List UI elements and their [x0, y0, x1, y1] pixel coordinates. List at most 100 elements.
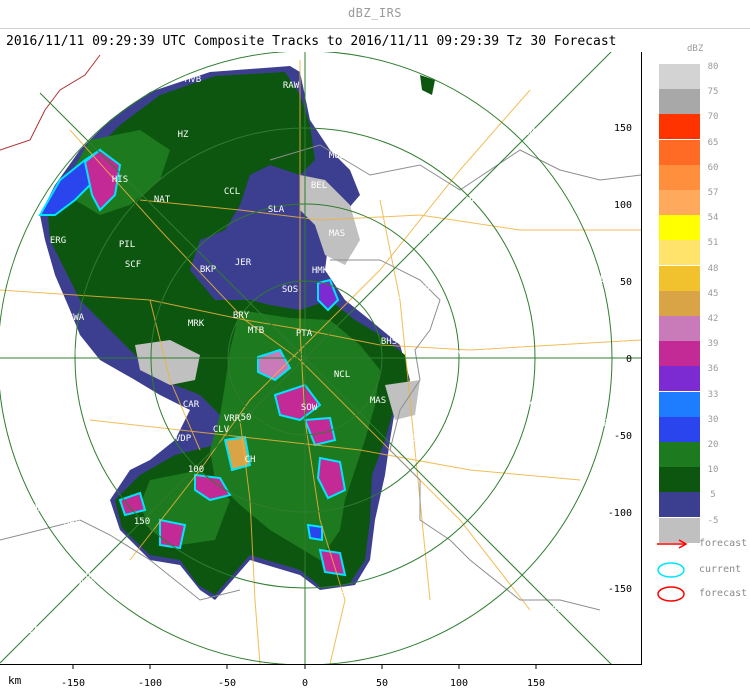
legend-swatch-label: 20 [707, 440, 719, 450]
station-label: EMA [452, 350, 469, 360]
station-label: SLA [268, 205, 285, 215]
legend-swatch-label: 60 [707, 162, 719, 173]
legend-key-label: forecast [699, 538, 748, 549]
station-label: ROE [432, 134, 448, 144]
station-label: SOS [282, 285, 298, 295]
legend-swatch [659, 492, 700, 518]
station-label: SOW [301, 403, 318, 413]
radar-map[interactable]: 50 100 150 200 250 MOK MOP MAN MVB RAW MGP ROE MSM H… [0, 52, 642, 665]
station-label: MAH [466, 196, 482, 206]
legend-swatch [659, 316, 700, 341]
legend-swatch [659, 89, 700, 115]
x-tick-label: 0 [302, 678, 308, 689]
x-tick-label: 150 [527, 678, 545, 689]
station-label: BEL [579, 321, 595, 331]
station-label: NCL [334, 370, 350, 380]
station-label: KPD [486, 274, 502, 284]
ring-label: 150 [134, 517, 150, 527]
y-tick-label: 50 [620, 277, 632, 288]
station-label: HEN [9, 430, 25, 440]
station-label: VDP [175, 434, 192, 444]
x-axis: km -150 -100 -50 0 50 100 150 [8, 664, 545, 689]
legend-swatch [659, 114, 700, 140]
legend-swatch-label: 65 [707, 137, 719, 148]
legend-swatch [659, 240, 700, 266]
station-label: BEL [311, 181, 327, 191]
station-label: PIL [119, 240, 135, 250]
legend-swatch-label: 5 [710, 490, 716, 501]
x-tick-label: -100 [138, 678, 162, 689]
legend-swatch [659, 366, 700, 392]
product-header: 2016/11/11 09:29:39 UTC Composite Tracks… [6, 34, 617, 49]
station-label: STA [549, 544, 566, 554]
station-label: HBF [64, 519, 80, 529]
station-label: COR [2, 584, 19, 594]
x-tick-label: -50 [218, 678, 236, 689]
legend-swatch [659, 265, 700, 291]
station-label: HIS [112, 175, 128, 185]
legend-swatch-label: 10 [707, 465, 719, 476]
legend-swatch [659, 164, 700, 190]
station-label: BUR [449, 458, 466, 468]
ring-label: 100 [188, 465, 204, 475]
station-label: EDV [344, 635, 361, 645]
station-label: RSK [561, 235, 578, 245]
legend-swatch-label: 54 [707, 213, 719, 224]
x-tick-label: -150 [61, 678, 85, 689]
station-label: MAN [576, 88, 592, 98]
station-label: TWE [150, 654, 166, 664]
station-label: SCF [125, 260, 141, 270]
station-label: BRK [512, 498, 529, 508]
station-label: GRO [479, 230, 495, 240]
forecast-arrow-icon [657, 539, 688, 549]
radar-map-canvas: 50100150200250 MOKMOPMANMVBRAWMGPROEMSMH… [0, 52, 641, 664]
station-label: BRY [233, 311, 250, 321]
legend-swatch [659, 215, 700, 241]
station-label: ERM [52, 488, 69, 498]
station-label: CLV [213, 425, 230, 435]
ring-label: 250 [29, 626, 45, 636]
x-tick-label: 50 [376, 678, 388, 689]
station-label: AME [79, 578, 95, 588]
y-tick-label: -100 [608, 508, 632, 519]
legend-swatch-label: 75 [707, 87, 719, 98]
station-label: GAM [48, 385, 65, 395]
station-label: SEC [489, 450, 505, 460]
station-label: DS [61, 609, 72, 619]
legend-swatch [659, 290, 700, 316]
legend-key-label: forecast [699, 588, 748, 599]
station-label: HZ [178, 130, 189, 140]
legend-key-label: current [699, 564, 742, 575]
y-tick-label: -50 [614, 431, 632, 442]
station-label: STB [548, 275, 564, 285]
station-label: PAL [385, 291, 401, 301]
station-label: BTV [262, 591, 279, 601]
station-label: KRI [528, 400, 544, 410]
station-label: MOR [27, 504, 44, 514]
station-label: CH [245, 455, 256, 465]
station-label: HBR [340, 589, 357, 599]
legend-swatch [659, 391, 700, 417]
station-label: VRN [422, 283, 438, 293]
forecast-outline-icon [657, 586, 685, 602]
station-label: RAW [283, 81, 300, 91]
station-label: KRO [288, 651, 304, 661]
station-label: CAR [183, 400, 200, 410]
station-label: MVB [185, 75, 201, 85]
current-outline-icon [657, 562, 685, 578]
station-label: BRE [598, 419, 614, 429]
legend-swatch-label: 57 [707, 188, 719, 198]
legend-swatch-label: 80 [707, 62, 719, 72]
legend-swatch-label: 70 [707, 112, 719, 123]
legend-swatch-label: -5 [707, 515, 719, 526]
station-label: PST [502, 657, 519, 664]
station-label: FRA [446, 613, 463, 623]
y-tick-label: 100 [614, 200, 632, 211]
station-label: HMK [312, 266, 329, 276]
window-title: dBZ_IRS [347, 6, 403, 20]
window-titlebar: dBZ_IRS [0, 0, 750, 29]
station-label: DEL [458, 413, 474, 423]
legend-unit: dBZ [687, 44, 704, 54]
ring-label: 50 [241, 413, 252, 423]
station-label: BKP [200, 265, 217, 275]
